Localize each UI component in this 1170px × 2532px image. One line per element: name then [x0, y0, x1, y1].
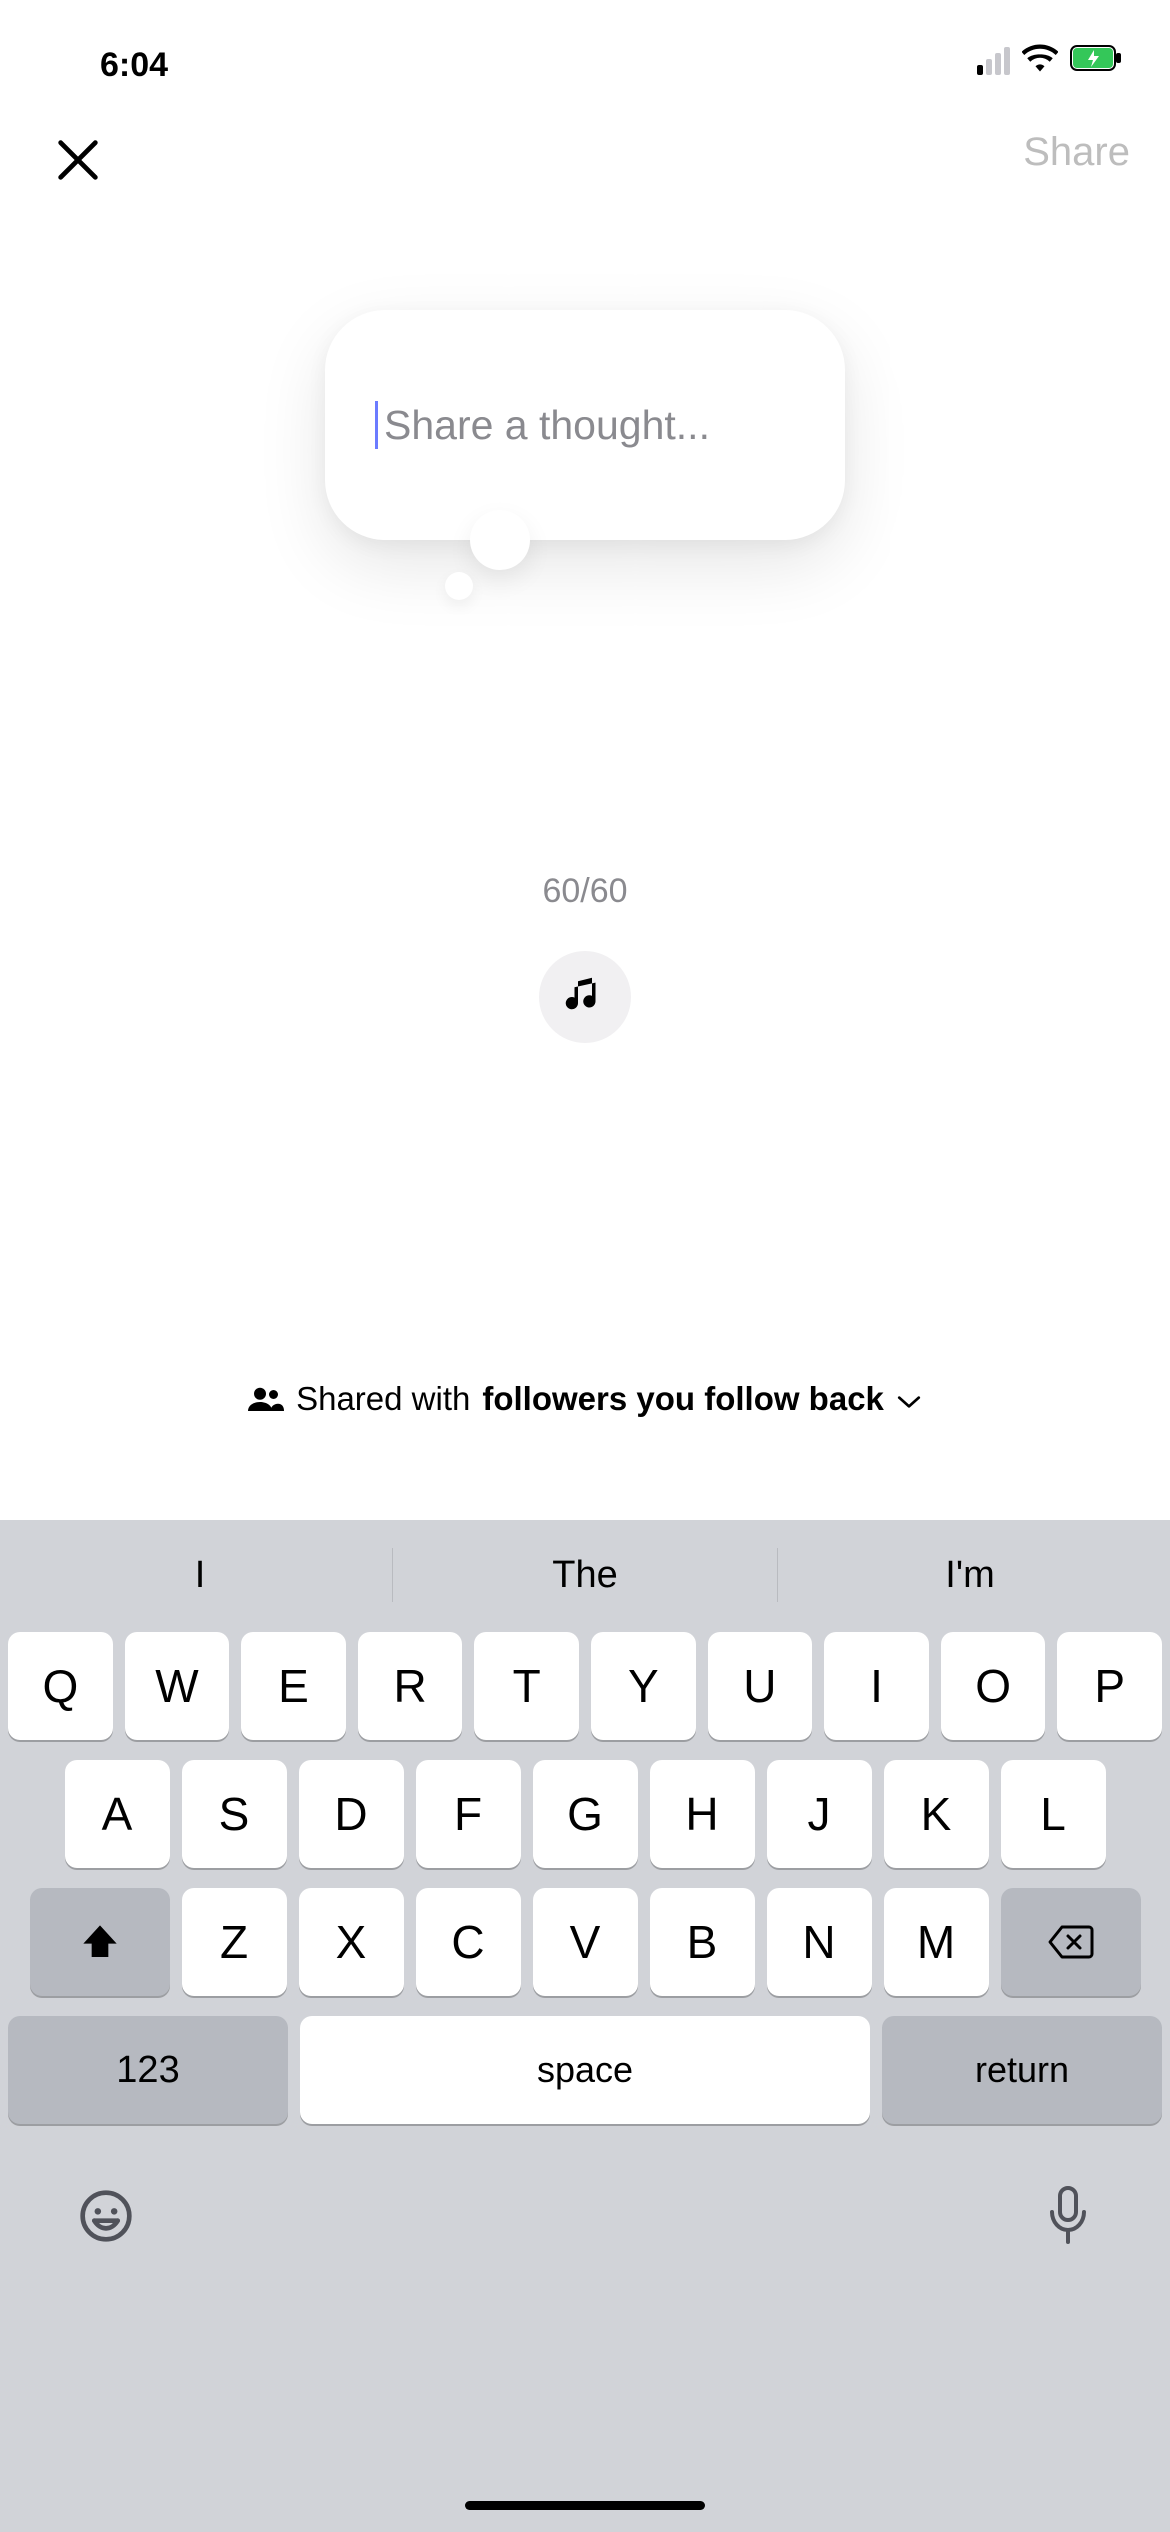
thought-input-placeholder: Share a thought...: [384, 402, 710, 449]
people-icon: [248, 1387, 284, 1411]
key-g[interactable]: G: [533, 1760, 638, 1868]
key-j[interactable]: J: [767, 1760, 872, 1868]
key-numbers[interactable]: 123: [8, 2016, 288, 2124]
audience-value: followers you follow back: [482, 1380, 884, 1418]
suggestion-2[interactable]: The: [393, 1554, 777, 1597]
key-y[interactable]: Y: [591, 1632, 696, 1740]
keyboard-row-4: 123 space return: [8, 2016, 1162, 2124]
key-x[interactable]: X: [299, 1888, 404, 1996]
key-h[interactable]: H: [650, 1760, 755, 1868]
keyboard-bottom-bar: [8, 2144, 1162, 2253]
key-q[interactable]: Q: [8, 1632, 113, 1740]
emoji-icon: [78, 2188, 134, 2244]
wifi-icon: [1022, 44, 1058, 77]
audience-selector[interactable]: Shared with followers you follow back: [0, 1380, 1170, 1418]
home-indicator[interactable]: [465, 2501, 705, 2510]
key-m[interactable]: M: [884, 1888, 989, 1996]
key-u[interactable]: U: [708, 1632, 813, 1740]
key-s[interactable]: S: [182, 1760, 287, 1868]
key-r[interactable]: R: [358, 1632, 463, 1740]
battery-charging-icon: [1070, 45, 1122, 76]
audience-prefix: Shared with: [296, 1380, 470, 1418]
close-icon: [52, 134, 104, 186]
caret-icon: [375, 401, 378, 449]
keyboard-suggestions: I The I'm: [8, 1530, 1162, 1620]
nav-bar: Share: [0, 100, 1170, 210]
key-e[interactable]: E: [241, 1632, 346, 1740]
close-button[interactable]: [48, 130, 108, 190]
dictation-button[interactable]: [1044, 2184, 1092, 2253]
status-time: 6:04: [100, 46, 168, 85]
key-c[interactable]: C: [416, 1888, 521, 1996]
add-music-button[interactable]: [539, 951, 631, 1043]
keyboard-row-1: Q W E R T Y U I O P: [8, 1632, 1162, 1740]
key-t[interactable]: T: [474, 1632, 579, 1740]
key-k[interactable]: K: [884, 1760, 989, 1868]
share-button[interactable]: Share: [1023, 130, 1130, 175]
delete-icon: [1047, 1924, 1095, 1960]
status-icons: [977, 44, 1122, 77]
chevron-down-icon: [896, 1380, 922, 1418]
key-v[interactable]: V: [533, 1888, 638, 1996]
key-z[interactable]: Z: [182, 1888, 287, 1996]
keyboard-row-2: A S D F G H J K L: [8, 1760, 1162, 1868]
shift-icon: [80, 1922, 120, 1962]
keyboard-row-3: Z X C V B N M: [8, 1888, 1162, 1996]
keyboard: I The I'm Q W E R T Y U I O P A S D F G …: [0, 1520, 1170, 2532]
suggestion-1[interactable]: I: [8, 1554, 392, 1597]
key-n[interactable]: N: [767, 1888, 872, 1996]
avatar: [440, 534, 730, 824]
key-i[interactable]: I: [824, 1632, 929, 1740]
key-space[interactable]: space: [300, 2016, 870, 2124]
cellular-icon: [977, 47, 1010, 75]
key-f[interactable]: F: [416, 1760, 521, 1868]
key-return[interactable]: return: [882, 2016, 1162, 2124]
status-bar: 6:04: [0, 0, 1170, 100]
key-b[interactable]: B: [650, 1888, 755, 1996]
key-a[interactable]: A: [65, 1760, 170, 1868]
key-w[interactable]: W: [125, 1632, 230, 1740]
suggestion-3[interactable]: I'm: [778, 1554, 1162, 1597]
character-counter: 60/60: [542, 872, 627, 911]
key-shift[interactable]: [30, 1888, 170, 1996]
thought-bubble[interactable]: Share a thought...: [325, 310, 845, 540]
key-p[interactable]: P: [1057, 1632, 1162, 1740]
key-o[interactable]: O: [941, 1632, 1046, 1740]
music-icon: [564, 976, 606, 1018]
composer: Share a thought...: [0, 310, 1170, 1043]
emoji-button[interactable]: [78, 2188, 134, 2249]
key-l[interactable]: L: [1001, 1760, 1106, 1868]
key-d[interactable]: D: [299, 1760, 404, 1868]
microphone-icon: [1044, 2184, 1092, 2248]
key-delete[interactable]: [1001, 1888, 1141, 1996]
